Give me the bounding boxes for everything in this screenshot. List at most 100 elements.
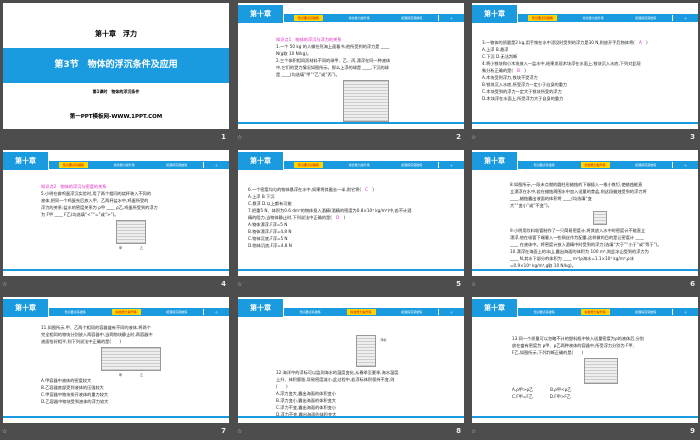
nav-tab-1[interactable]: 知识要点基础练 [294, 162, 324, 168]
nav-end-button[interactable]: -|- [672, 309, 698, 315]
line-text: ____ 在液体中。将密度计放入酒精中时受到的浮力(选填“大于”“小于”或“等于… [510, 242, 662, 247]
nav-end-button[interactable]: -|- [203, 162, 229, 168]
question-line: A.物体漂浮,F浮=5 N [248, 221, 456, 228]
slide-thumbnail-7[interactable]: 第十章 知识要点基础练 综合能力提升练 拓展探究突破练 -|- 11.如图所示,甲、乙两个… [0, 294, 232, 440]
bottom-bar [472, 269, 698, 271]
nav-tab-3[interactable]: 拓展探究突破练 [620, 15, 673, 21]
nav-tab-2[interactable]: 综合能力提升练 [346, 309, 376, 315]
slide-9[interactable]: 第十章 知识要点基础练 综合能力提升练 拓展探究突破练 -|- 13.同一个质量可以忽略不… [472, 297, 698, 423]
nav-end-button[interactable]: -|- [672, 162, 698, 168]
animation-star-icon[interactable]: ☆ [2, 428, 7, 435]
nav-tab-2[interactable]: 综合能力提升练 [333, 15, 386, 21]
nav-tab-1[interactable]: 知识要点基础练 [59, 162, 89, 168]
line-text: 4.将小铁块和小木块放入一盆水中,结果发现木块浮在水面上,铁块沉入水底,下列对此… [482, 61, 641, 66]
slide-thumbnail-9[interactable]: 第十章 知识要点基础练 综合能力提升练 拓展探究突破练 -|- 13.同一个质量可以忽略不… [469, 294, 700, 440]
question-line: 3.一物体的质量是2 kg,用手按在水中浸没时受到的浮力是30 N,则放开手后物… [482, 39, 690, 46]
slide-4[interactable]: 第十章 知识要点基础练 综合能力提升练 拓展探究突破练 -|- 知识点2 物体的浮沉与密度… [3, 150, 229, 276]
nav-tab-3[interactable]: 拓展探究突破练 [386, 309, 439, 315]
nav-tab-3[interactable]: 拓展探究突破练 [620, 309, 673, 315]
slide-thumbnail-1[interactable]: 第十章 浮力 第3节 物体的浮沉条件及应用 第1课时 物体的浮沉条件 第一PPT模板网… [0, 0, 232, 146]
slide-1[interactable]: 第十章 浮力 第3节 物体的浮沉条件及应用 第1课时 物体的浮沉条件 第一PPT模板网… [3, 3, 229, 129]
nav-tab-1[interactable]: 知识要点基础练 [284, 309, 337, 315]
slide-thumbnail-4[interactable]: 第十章 知识要点基础练 综合能力提升练 拓展探究突破练 -|- 知识点2 物体的浮沉与密度… [0, 147, 232, 293]
line-text: 13.同一个质量可以忽略不计的塑料瓶中装入适量密度为ρ的液体后,分别 [512, 336, 645, 341]
line-text: 1.一个 50 kg 的人躺在死海上面看书,他所受到的浮力是 ____ [276, 44, 390, 49]
line-text: 完全相同的物块分别放入两容器中,当两物块静止时,两容器中 [41, 332, 153, 337]
nav-tab-3[interactable]: 拓展探究突破练 [620, 162, 673, 168]
slide-6[interactable]: 第十章 知识要点基础练 综合能力提升练 拓展探究突破练 -|- 8.如图所示,一段未点燃的… [472, 150, 698, 276]
nav-tab-2[interactable]: 综合能力提升练 [98, 162, 151, 168]
slide-2[interactable]: 第十章知识要点基础练 综合能力提升练 拓展探究突破练 -|- 知识点1 物体的浮沉与浮力… [238, 3, 464, 129]
slide-thumbnail-2[interactable]: 第十章知识要点基础练 综合能力提升练 拓展探究突破练 -|- 知识点1 物体的浮沉与浮力… [235, 0, 467, 146]
nav-tab-3[interactable]: 拓展探究突破练 [386, 15, 439, 21]
nav-tab-2[interactable]: 综合能力提升练 [580, 162, 610, 168]
chapter-tab[interactable]: 第十章 [238, 5, 283, 23]
nav-tab-3[interactable]: 拓展探究突破练 [151, 309, 204, 315]
nav-end-button[interactable]: -|- [438, 309, 464, 315]
slide-8[interactable]: 第十章 知识要点基础练 综合能力提升练 拓展探究突破练 -|- 浮标 12.海洋中的浮标可以… [238, 297, 464, 423]
bottom-bar [3, 269, 229, 271]
nav-end-button[interactable]: -|- [438, 162, 464, 168]
nav-end-button[interactable]: -|- [203, 309, 229, 315]
animation-star-icon[interactable]: ☆ [237, 134, 242, 141]
chapter-tab[interactable]: 第十章 [472, 5, 517, 23]
nav-end-button[interactable]: -|- [672, 15, 698, 21]
chapter-tab[interactable]: 第十章 [238, 152, 283, 170]
slide-3[interactable]: 第十章知识要点基础练 综合能力提升练 拓展探究突破练 -|- 3.一物体的质量是2 kg… [472, 3, 698, 129]
line-text: D.乙容器中物块受到液体的浮力较大 [41, 399, 109, 404]
section-nav: 知识要点基础练 综合能力提升练 拓展探究突破练 -|- [518, 308, 698, 316]
nav-tab-3[interactable]: 拓展探究突破练 [151, 162, 204, 168]
figure-label: 甲 [118, 373, 122, 377]
nav-tab-1[interactable]: 知识要点基础练 [49, 309, 102, 315]
nav-tab-2[interactable]: 综合能力提升练 [333, 162, 386, 168]
slide-number: 4 [221, 280, 226, 288]
line-text: 9.小明用饮料吸管制作了一只简易密度计,将其放入水中时密度计不能直立 [510, 228, 646, 233]
line-text: A.浮力变大,露出海面的体积变小 [276, 391, 336, 396]
chapter-tab[interactable]: 第十章 [472, 152, 517, 170]
slide-thumbnail-5[interactable]: 第十章 知识要点基础练 综合能力提升练 拓展探究突破练 -|- 6.一个密度均匀的物体悬浮… [235, 147, 467, 293]
slide-thumbnail-3[interactable]: 第十章知识要点基础练 综合能力提升练 拓展探究突破练 -|- 3.一物体的质量是2 kg… [469, 0, 700, 146]
chapter-tab[interactable]: 第十章 [472, 299, 517, 317]
animation-star-icon[interactable]: ☆ [471, 281, 476, 288]
line-text: 立漂浮在水中,若在蜡烛周围水中加入适量的食盐,则这段蜡烛受到的浮力将 [510, 189, 647, 194]
line-text: 漂浮,他在吸管下端塞入一些铜丝作为配重,这样做的目的是让密度计 ____ [510, 235, 644, 240]
animation-star-icon[interactable]: ☆ [237, 281, 242, 288]
line-text: D.物体沉底,F浮=4.8 N [248, 243, 292, 248]
slide-7[interactable]: 第十章 知识要点基础练 综合能力提升练 拓展探究突破练 -|- 11.如图所示,甲、乙两个… [3, 297, 229, 423]
slide-content: 8.如图所示,一段未点燃的圆柱形蜡烛的下端插入一根小铁钉,使蜡烛能直 立漂浮在水中… [510, 181, 690, 269]
line-text: ) [520, 68, 526, 73]
nav-tab-1[interactable]: 知识要点基础练 [518, 309, 571, 315]
animation-star-icon[interactable]: ☆ [237, 428, 242, 435]
bottom-bar [472, 122, 698, 124]
knowledge-heading: 知识点1 物体的浮沉与浮力的关系 [276, 36, 456, 43]
slide-thumbnail-6[interactable]: 第十章 知识要点基础练 综合能力提升练 拓展探究突破练 -|- 8.如图所示,一段未点燃的… [469, 147, 700, 293]
line-text: 7.把重5 N、体积为0.6 dm³的物体投入酒精(酒精的密度为0.8×10³ … [248, 208, 412, 213]
animation-star-icon[interactable]: ☆ [471, 428, 476, 435]
nav-tab-3[interactable]: 拓展探究突破练 [386, 162, 439, 168]
slide-thumbnail-8[interactable]: 第十章 知识要点基础练 综合能力提升练 拓展探究突破练 -|- 浮标 12.海洋中的浮标可以… [235, 294, 467, 440]
question-line: 漂浮,他在吸管下端塞入一些铜丝作为配重,这样做的目的是让密度计 ____ [510, 234, 690, 241]
line-text: A.甲容器中液体的密度较大 [41, 378, 92, 383]
nav-tab-1[interactable]: 知识要点基础练 [528, 15, 558, 21]
chapter-tab[interactable]: 第十章 [3, 299, 48, 317]
chapter-tab[interactable]: 第十章 [3, 152, 48, 170]
chapter-tab[interactable]: 第十章 [238, 299, 283, 317]
bottom-bar [238, 122, 464, 124]
question-line: 上升、体积膨胀,导致密度减小,此过程中,若浮标体积保持不变,则 [276, 376, 456, 383]
nav-tab-2[interactable]: 综合能力提升练 [567, 15, 620, 21]
question-line: 立漂浮在水中,若在蜡烛周围水中加入适量的食盐,则这段蜡烛受到的浮力将 [510, 188, 690, 195]
nav-tab-2[interactable]: 综合能力提升练 [580, 309, 610, 315]
nav-tab-1[interactable]: 知识要点基础练 [518, 162, 571, 168]
animation-star-icon[interactable]: ☆ [471, 134, 476, 141]
nav-tab-2[interactable]: 综合能力提升练 [111, 309, 141, 315]
question-line: B.浮力变小,露出海面的体积变大 [276, 397, 456, 404]
slide-5[interactable]: 第十章 知识要点基础练 综合能力提升练 拓展探究突破练 -|- 6.一个密度均匀的物体悬浮… [238, 150, 464, 276]
bottom-bar [238, 416, 464, 418]
question-line: 是 ____(均选填“甲”“乙”或“丙”)。 [276, 71, 456, 78]
figure [510, 211, 690, 225]
nav-end-button[interactable]: -|- [438, 15, 464, 21]
line-text: B.物体漂浮,F浮=4.8 N [248, 229, 292, 234]
question-line: 完全相同的物块分别放入两容器中,当两物块静止时,两容器中 [41, 331, 221, 338]
nav-tab-1[interactable]: 知识要点基础练 [294, 15, 324, 21]
animation-star-icon[interactable]: ☆ [2, 281, 7, 288]
